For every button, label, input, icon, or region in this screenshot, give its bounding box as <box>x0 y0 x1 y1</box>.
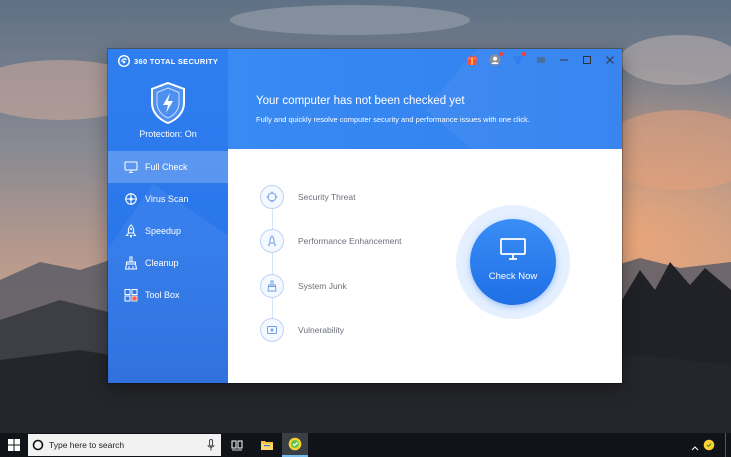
gift-button[interactable] <box>464 52 480 68</box>
gift-icon <box>467 55 477 65</box>
sidebar-item-cleanup[interactable]: Cleanup <box>108 247 228 279</box>
microphone-icon[interactable] <box>206 439 216 451</box>
sidebar-item-label: Cleanup <box>145 258 179 268</box>
taskbar: Type here to search <box>0 433 731 457</box>
status-title: Your computer has not been checked yet <box>256 95 465 107</box>
close-icon <box>606 56 614 64</box>
file-explorer-button[interactable] <box>254 433 280 457</box>
chevron-up-icon <box>691 446 699 451</box>
sidebar-item-virus-scan[interactable]: Virus Scan <box>108 183 228 215</box>
close-button[interactable] <box>602 52 618 68</box>
toolbox-icon <box>124 289 138 302</box>
skin-button[interactable] <box>510 52 526 68</box>
sidebar-nav: Full Check Virus Scan Speedup Cleanup To… <box>108 151 228 311</box>
target-icon <box>260 185 284 209</box>
patch-icon <box>260 318 284 342</box>
brand-name: 360 TOTAL SECURITY <box>134 56 219 66</box>
minimize-button[interactable] <box>556 52 572 68</box>
menu-icon <box>537 57 545 63</box>
sidebar-item-speedup[interactable]: Speedup <box>108 215 228 247</box>
rocket-icon <box>260 229 284 253</box>
check-label: Security Threat <box>298 192 356 202</box>
360-security-icon <box>703 439 715 451</box>
notification-dot <box>522 52 526 56</box>
check-item-performance-enhancement: Performance Enhancement <box>260 227 401 255</box>
full-check-panel: Security Threat Performance Enhancement … <box>228 149 622 383</box>
sidebar-item-tool-box[interactable]: Tool Box <box>108 279 228 311</box>
status-subtitle: Fully and quickly resolve computer secur… <box>256 115 530 124</box>
check-item-system-junk: System Junk <box>260 272 347 300</box>
show-desktop-button[interactable] <box>725 433 731 457</box>
minimize-icon <box>560 59 568 61</box>
rocket-icon <box>125 224 137 238</box>
virus-scan-icon <box>125 193 137 205</box>
task-view-icon <box>231 440 243 451</box>
start-button[interactable] <box>0 433 28 457</box>
maximize-button[interactable] <box>579 52 595 68</box>
sidebar-item-full-check[interactable]: Full Check <box>108 151 228 183</box>
taskbar-search-placeholder: Type here to search <box>49 440 125 450</box>
monitor-icon <box>500 238 526 260</box>
check-label: Performance Enhancement <box>298 236 402 246</box>
maximize-icon <box>583 56 591 64</box>
sidebar-item-label: Virus Scan <box>145 194 189 204</box>
windows-icon <box>8 439 20 451</box>
check-now-label: Check Now <box>488 271 538 282</box>
protection-status: Protection: On <box>139 129 197 139</box>
brand-logo-icon <box>118 55 130 67</box>
sidebar-item-label: Tool Box <box>145 290 180 300</box>
brand: 360 TOTAL SECURITY <box>118 54 218 68</box>
taskbar-search-box[interactable]: Type here to search <box>28 434 221 456</box>
tray-overflow-button[interactable] <box>691 439 699 457</box>
360-security-icon <box>288 437 302 451</box>
broom-icon <box>124 256 138 270</box>
monitor-icon <box>124 161 138 174</box>
account-button[interactable] <box>487 52 503 68</box>
file-explorer-icon <box>261 441 273 450</box>
sidebar-item-label: Full Check <box>145 162 188 172</box>
cortana-icon <box>32 439 44 451</box>
notification-dot <box>499 52 503 56</box>
check-item-vulnerability: Vulnerability <box>260 316 344 344</box>
status-header: Your computer has not been checked yet F… <box>228 49 622 149</box>
titlebar-controls <box>464 52 618 68</box>
sidebar: 360 TOTAL SECURITY Protection: On Full C… <box>108 49 228 383</box>
shield-icon <box>144 79 192 127</box>
app-window: 360 TOTAL SECURITY Protection: On Full C… <box>108 49 622 383</box>
broom-icon <box>260 274 284 298</box>
task-view-button[interactable] <box>224 433 250 457</box>
check-label: System Junk <box>298 281 347 291</box>
check-item-security-threat: Security Threat <box>260 183 355 211</box>
check-label: Vulnerability <box>298 325 344 335</box>
tray-360-button[interactable] <box>703 438 715 456</box>
check-now-button[interactable]: Check Now <box>470 219 556 305</box>
menu-button[interactable] <box>533 52 549 68</box>
taskbar-app-360[interactable] <box>282 433 308 457</box>
sidebar-item-label: Speedup <box>145 226 182 236</box>
